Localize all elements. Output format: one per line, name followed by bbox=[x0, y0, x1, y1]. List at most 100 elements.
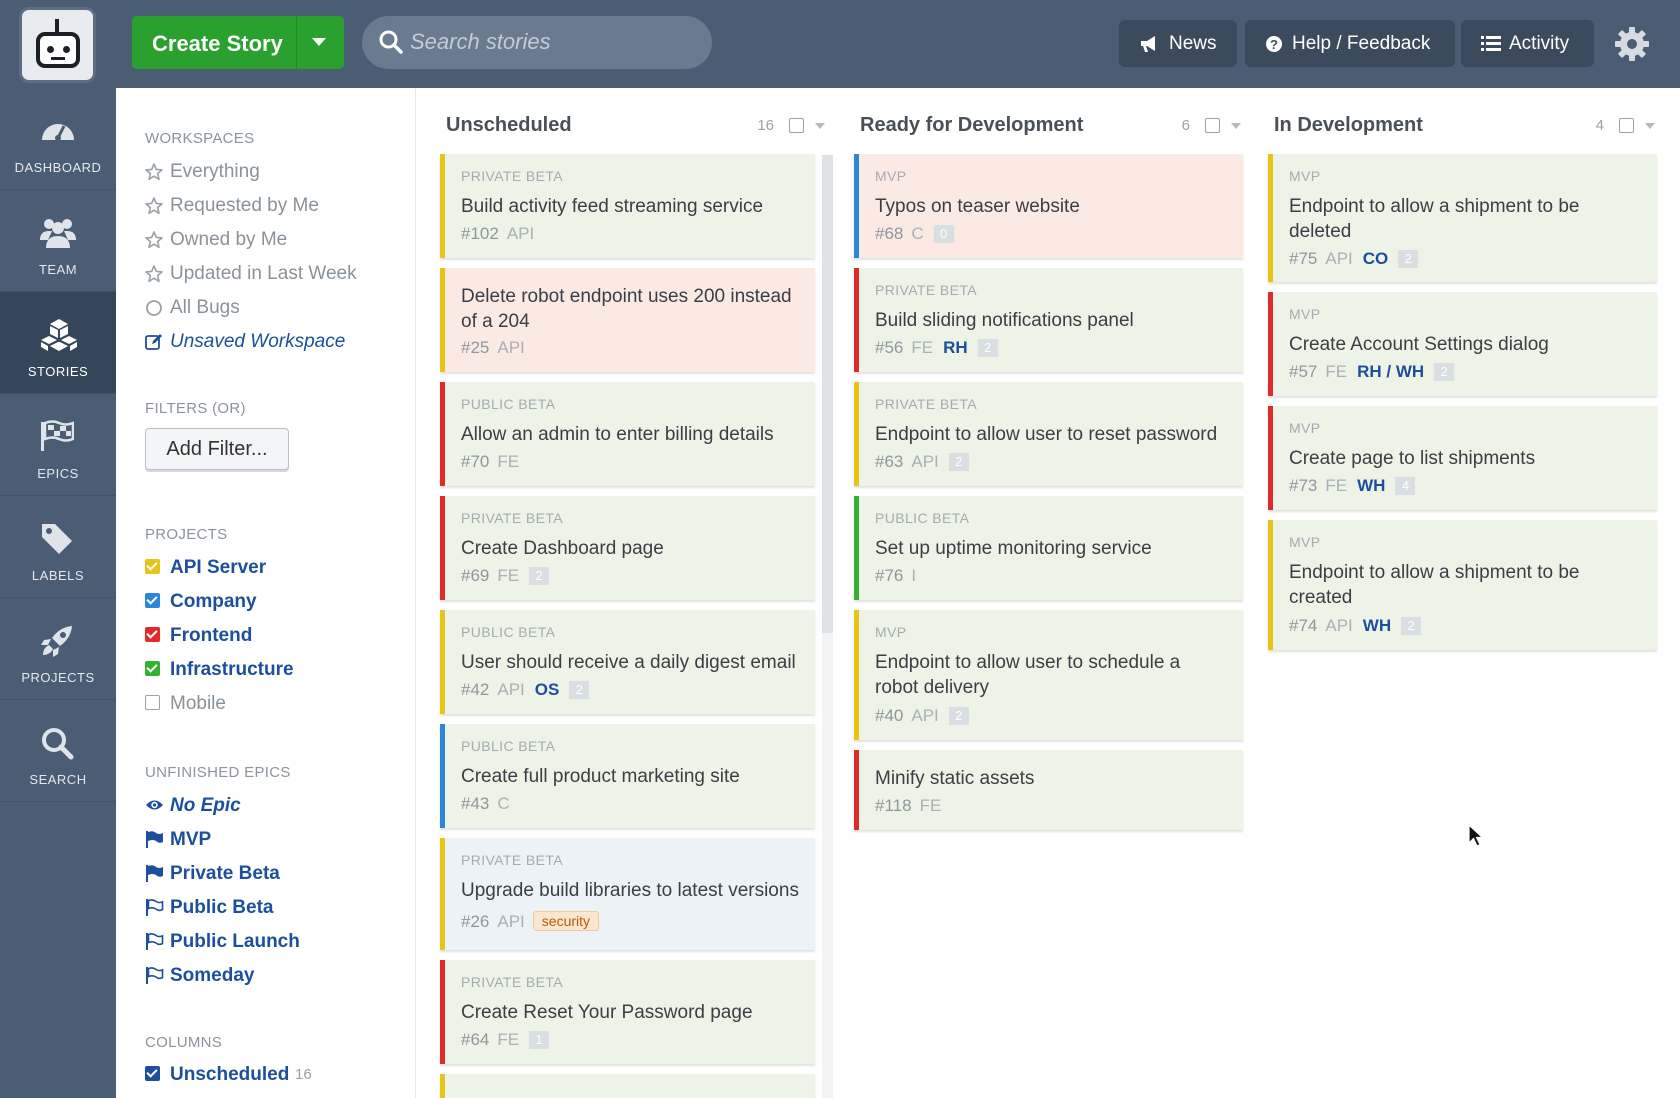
column-select-checkbox[interactable] bbox=[1205, 118, 1220, 133]
story-epic: MVP bbox=[1289, 168, 1321, 184]
create-story-dropdown-icon[interactable] bbox=[312, 38, 326, 46]
story-card[interactable]: PRIVATE BETA Build sliding notifications… bbox=[854, 268, 1243, 372]
checkbox-unchecked-icon[interactable] bbox=[145, 695, 160, 710]
story-project: API bbox=[497, 338, 525, 357]
nav-dashboard-label: DASHBOARD bbox=[14, 160, 102, 175]
edit-icon bbox=[145, 334, 162, 350]
story-card[interactable]: Delete robot endpoint uses 200 instead o… bbox=[440, 268, 815, 372]
search-icon bbox=[42, 728, 74, 760]
column-select-checkbox[interactable] bbox=[1619, 118, 1634, 133]
flag-outline-icon bbox=[146, 933, 164, 950]
story-project: I bbox=[911, 566, 917, 585]
story-title-line2: of a 204 bbox=[461, 311, 530, 332]
star-icon bbox=[145, 265, 163, 283]
story-card[interactable]: PUBLIC BETA Create full product marketin… bbox=[440, 724, 815, 828]
eye-icon bbox=[146, 800, 163, 810]
story-id: #40 bbox=[875, 706, 904, 725]
nav-search[interactable]: SEARCH bbox=[0, 700, 116, 802]
story-card[interactable]: MVP Endpoint to allow a shipment to be d… bbox=[1268, 154, 1657, 282]
story-id: #118 bbox=[875, 796, 912, 815]
story-card[interactable]: PRIVATE BETA Upgrade build libraries to … bbox=[440, 838, 815, 950]
story-card[interactable]: MVP Endpoint to allow user to schedule a… bbox=[854, 610, 1243, 740]
news-button[interactable]: News bbox=[1119, 20, 1237, 67]
story-epic: PUBLIC BETA bbox=[461, 624, 556, 640]
flag-filled-icon bbox=[146, 865, 163, 882]
help-feedback-button[interactable]: ? Help / Feedback bbox=[1245, 20, 1455, 67]
add-filter-button[interactable]: Add Filter... bbox=[145, 428, 289, 470]
story-estimate: 4 bbox=[1395, 477, 1416, 495]
robot-head-icon bbox=[36, 32, 80, 68]
epic-label: No Epic bbox=[170, 795, 241, 816]
story-card[interactable]: MVP Create page to list shipments #73 FE W… bbox=[1268, 406, 1657, 510]
story-card[interactable]: PUBLIC BETA Allow an admin to enter bill… bbox=[440, 382, 815, 486]
nav-dashboard[interactable]: DASHBOARD bbox=[0, 88, 116, 190]
star-icon bbox=[145, 231, 163, 249]
checkbox-checked-icon[interactable] bbox=[145, 559, 160, 574]
left-nav: DASHBOARD TEAM STORIES EPICS LABELS PROJ… bbox=[0, 88, 116, 1098]
nav-epics-label: EPICS bbox=[37, 466, 79, 481]
checkbox-checked-icon[interactable] bbox=[145, 593, 160, 608]
checkbox-checked-icon[interactable] bbox=[145, 627, 160, 642]
app-logo[interactable] bbox=[19, 7, 96, 83]
search-box[interactable] bbox=[362, 16, 712, 69]
story-card[interactable]: PRIVATE BETA Endpoint to allow user to r… bbox=[854, 382, 1243, 486]
story-card[interactable]: PRIVATE BETA Create Reset Your Password … bbox=[440, 960, 815, 1064]
story-estimate: 2 bbox=[977, 339, 998, 357]
story-card[interactable]: Minify static assets #118 FE bbox=[854, 750, 1243, 830]
search-input[interactable] bbox=[410, 26, 700, 58]
nav-stories[interactable]: STORIES bbox=[0, 292, 116, 394]
story-title: Create Account Settings dialog bbox=[1289, 334, 1549, 355]
story-meta: #69 FE 2 bbox=[461, 566, 550, 586]
nav-epics[interactable]: EPICS bbox=[0, 394, 116, 496]
epic-label: Public Beta bbox=[170, 897, 274, 918]
story-id: #74 bbox=[1289, 616, 1318, 635]
megaphone-icon bbox=[1141, 36, 1155, 52]
epic-label: Private Beta bbox=[170, 863, 280, 884]
column-scrollbar[interactable] bbox=[822, 155, 833, 633]
flag-outline-icon bbox=[146, 967, 164, 984]
story-title: Create page to list shipments bbox=[1289, 448, 1536, 469]
column-menu-caret-icon[interactable] bbox=[815, 123, 825, 129]
gear-icon[interactable] bbox=[1613, 25, 1651, 63]
workspace-label: Everything bbox=[170, 161, 260, 182]
checkbox-checked-icon[interactable] bbox=[145, 1066, 160, 1081]
story-card[interactable]: PUBLIC BETA User should receive a daily … bbox=[440, 610, 815, 714]
column-header-ready: Ready for Development 6 bbox=[860, 112, 1246, 142]
story-card[interactable]: PRIVATE BETA Create Dashboard page #69 FE… bbox=[440, 496, 815, 600]
list-icon bbox=[1481, 36, 1501, 51]
story-card[interactable]: PRIVATE BETA Build activity feed streami… bbox=[440, 154, 815, 258]
story-title: Create Dashboard page bbox=[461, 538, 664, 559]
story-project: FE bbox=[497, 566, 520, 585]
story-card[interactable]: MVP Typos on teaser website #68 C 0 bbox=[854, 154, 1243, 258]
column-title: Ready for Development bbox=[860, 114, 1084, 136]
create-story-button[interactable]: Create Story bbox=[132, 16, 344, 69]
story-epic: PUBLIC BETA bbox=[461, 738, 556, 754]
nav-team[interactable]: TEAM bbox=[0, 190, 116, 292]
story-owner: RH / WH bbox=[1357, 362, 1425, 381]
story-project: FE bbox=[497, 1030, 520, 1049]
story-card[interactable]: MVP Endpoint to allow a shipment to be c… bbox=[1268, 520, 1657, 650]
search-icon bbox=[379, 30, 403, 54]
activity-button[interactable]: Activity bbox=[1461, 20, 1594, 67]
nav-labels[interactable]: LABELS bbox=[0, 496, 116, 598]
story-card[interactable]: MVP Create Account Settings dialog #57 FE… bbox=[1268, 292, 1657, 396]
story-label-tag[interactable]: security bbox=[532, 911, 600, 931]
nav-projects[interactable]: PROJECTS bbox=[0, 598, 116, 700]
workspaces-heading: WORKSPACES bbox=[145, 130, 255, 147]
column-select-checkbox[interactable] bbox=[789, 118, 804, 133]
story-card[interactable]: PUBLIC BETA Set up uptime monitoring ser… bbox=[854, 496, 1243, 600]
stories-cubes-icon bbox=[41, 319, 77, 351]
story-meta: #63 API 2 bbox=[875, 452, 969, 472]
mouse-cursor-icon bbox=[1468, 824, 1484, 847]
story-meta: #43 C bbox=[461, 794, 510, 814]
column-menu-caret-icon[interactable] bbox=[1231, 123, 1241, 129]
story-epic: PUBLIC BETA bbox=[875, 510, 970, 526]
story-meta: #75 API CO 2 bbox=[1289, 249, 1419, 269]
story-id: #43 bbox=[461, 794, 490, 813]
checkbox-checked-icon[interactable] bbox=[145, 661, 160, 676]
story-estimate: 0 bbox=[933, 225, 954, 243]
story-card-partial[interactable] bbox=[440, 1074, 815, 1098]
column-menu-caret-icon[interactable] bbox=[1645, 123, 1655, 129]
workspace-label: All Bugs bbox=[170, 297, 240, 318]
column-title: In Development bbox=[1274, 114, 1423, 136]
